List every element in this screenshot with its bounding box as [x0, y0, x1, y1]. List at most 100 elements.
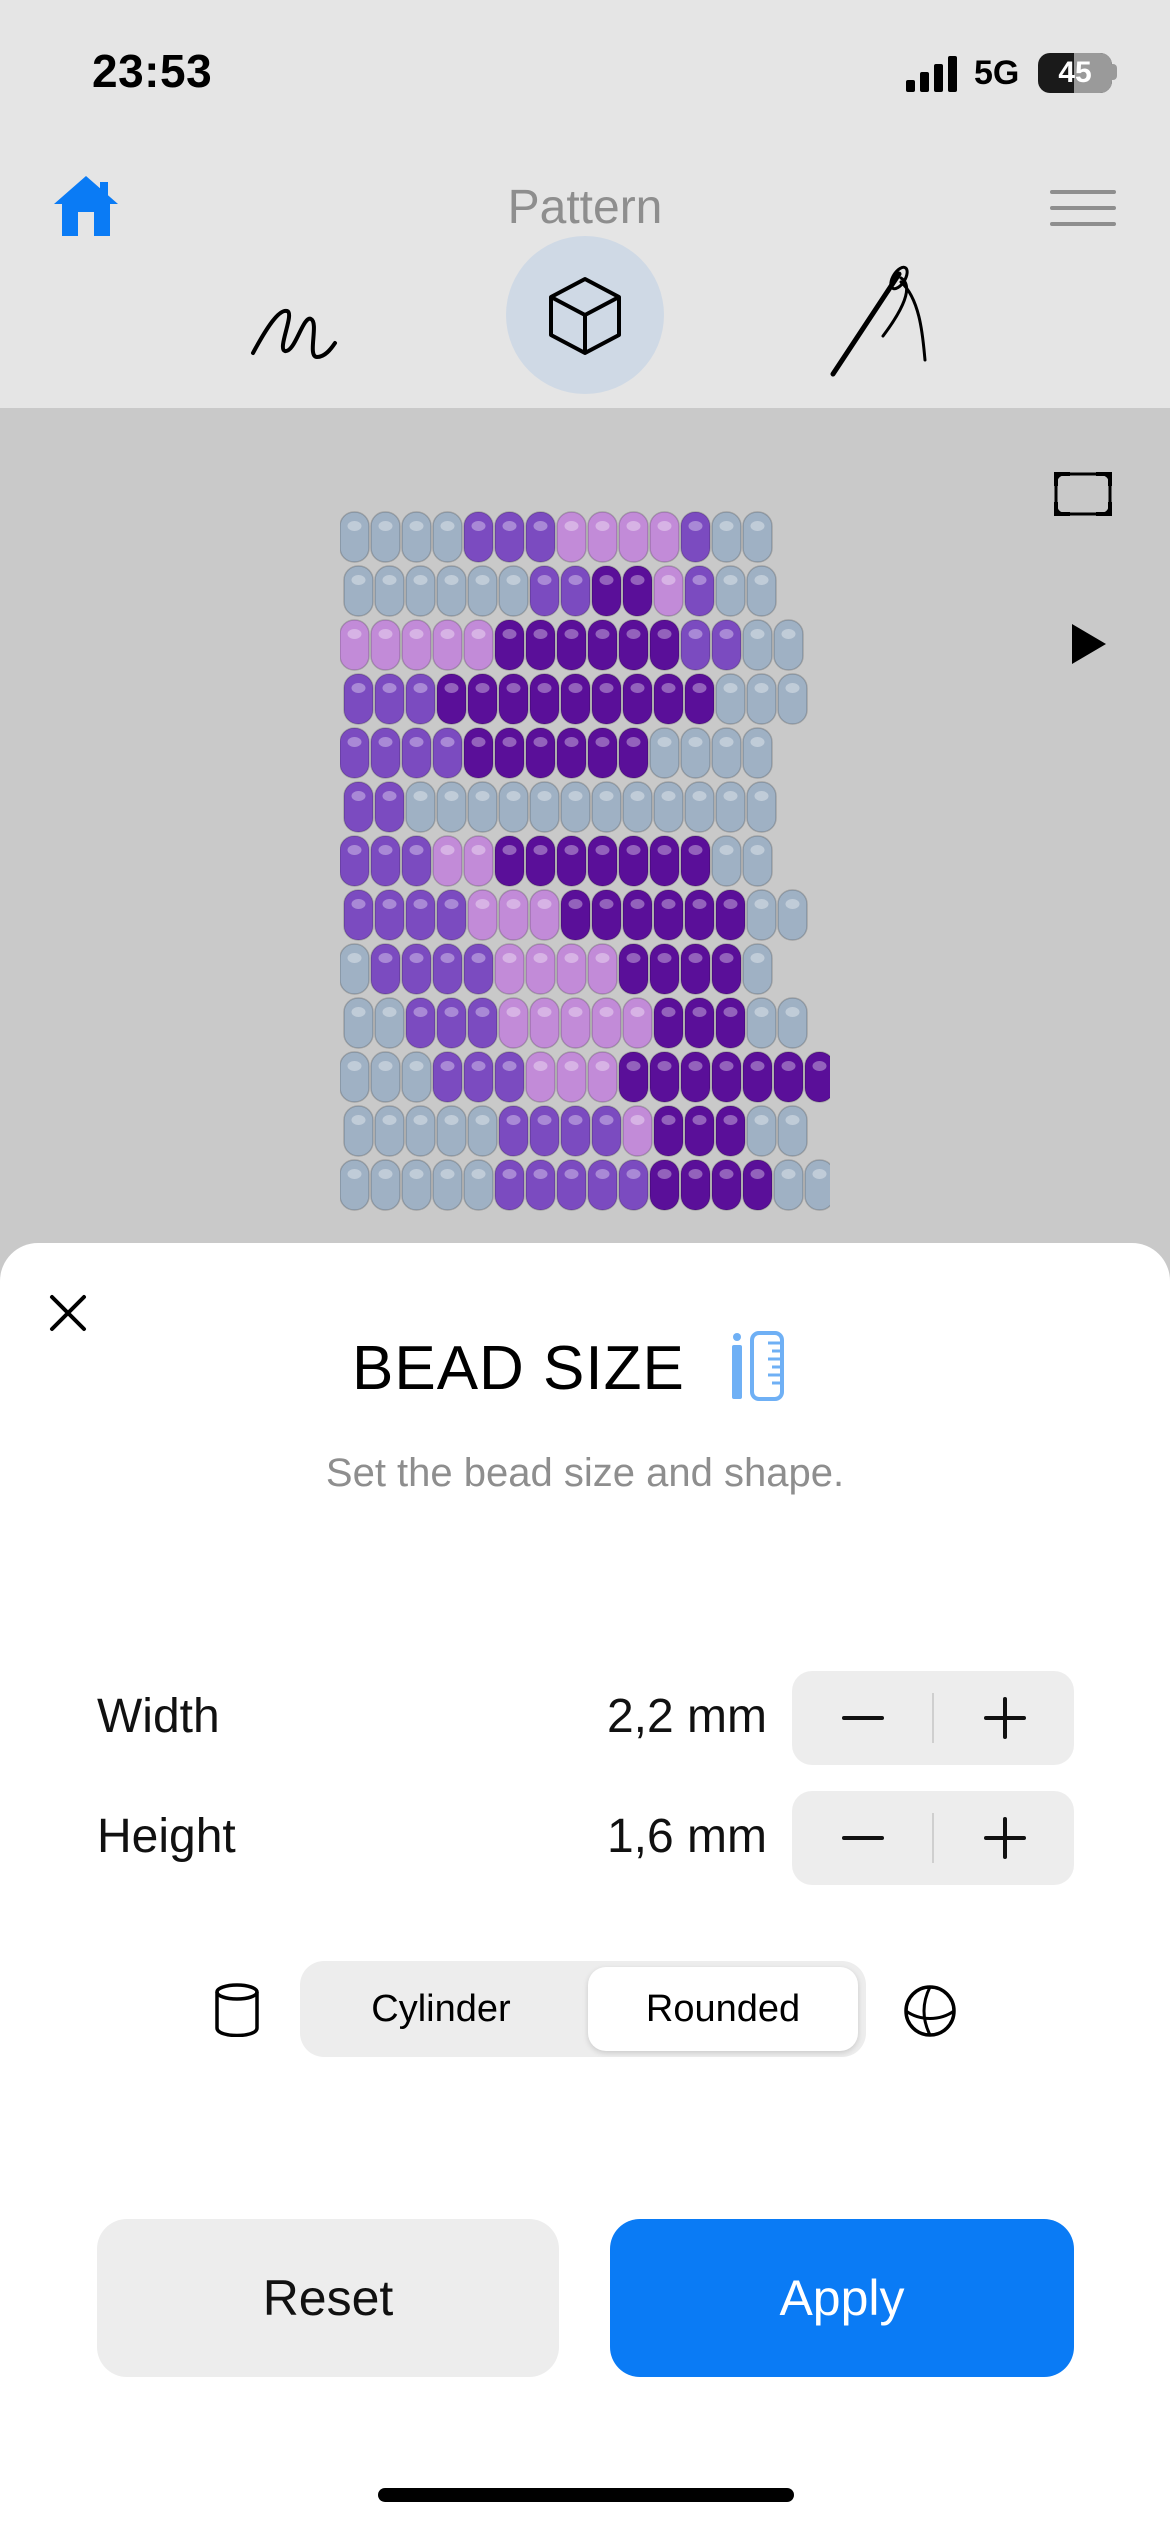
width-decrease-button[interactable] — [792, 1671, 932, 1765]
shape-selector-row: Cylinder Rounded — [0, 1959, 1170, 2059]
bead — [525, 943, 556, 995]
bead — [405, 565, 436, 617]
bead — [498, 673, 529, 725]
bead-3d-viewport[interactable] — [0, 408, 1170, 1308]
bead — [742, 943, 773, 995]
bead — [432, 619, 463, 671]
bead — [742, 835, 773, 887]
bead — [494, 1159, 525, 1211]
bead — [618, 835, 649, 887]
bead — [653, 997, 684, 1049]
bead — [556, 835, 587, 887]
cylinder-icon — [215, 1983, 259, 2037]
bead — [684, 673, 715, 725]
bead — [467, 673, 498, 725]
bead — [684, 565, 715, 617]
width-increase-button[interactable] — [934, 1671, 1074, 1765]
bead — [746, 997, 777, 1049]
height-increase-button[interactable] — [934, 1791, 1074, 1885]
bead — [556, 619, 587, 671]
bead — [498, 997, 529, 1049]
bead — [649, 727, 680, 779]
bead — [401, 511, 432, 563]
bead — [773, 1051, 804, 1103]
bead — [525, 727, 556, 779]
close-icon[interactable] — [48, 1293, 88, 1333]
bead — [529, 997, 560, 1049]
top-navigation: Pattern — [0, 150, 1170, 408]
bead — [463, 835, 494, 887]
shape-option-rounded[interactable]: Rounded — [588, 1967, 858, 2051]
bead — [525, 1159, 556, 1211]
bead — [591, 889, 622, 941]
play-icon[interactable] — [1068, 622, 1108, 666]
bead — [746, 1105, 777, 1157]
bead — [405, 673, 436, 725]
bead — [649, 511, 680, 563]
bead — [432, 1051, 463, 1103]
bead — [715, 781, 746, 833]
bead — [680, 619, 711, 671]
bead — [680, 943, 711, 995]
bead — [343, 889, 374, 941]
bead — [370, 727, 401, 779]
bead — [591, 781, 622, 833]
bead — [463, 511, 494, 563]
bead — [777, 673, 808, 725]
bead — [374, 889, 405, 941]
bead — [649, 943, 680, 995]
bead — [467, 565, 498, 617]
bead — [556, 1051, 587, 1103]
bead — [374, 565, 405, 617]
shape-option-cylinder[interactable]: Cylinder — [306, 1967, 576, 2051]
bead — [556, 727, 587, 779]
bead — [343, 997, 374, 1049]
bead — [773, 1159, 804, 1211]
reset-button[interactable]: Reset — [97, 2219, 559, 2377]
bead — [463, 727, 494, 779]
bead — [746, 781, 777, 833]
needle-thread-icon[interactable] — [825, 260, 935, 380]
bead — [529, 673, 560, 725]
fullscreen-icon[interactable] — [1052, 470, 1114, 518]
bead — [684, 781, 715, 833]
bead — [560, 997, 591, 1049]
bead — [405, 997, 436, 1049]
bead — [742, 619, 773, 671]
bead — [494, 943, 525, 995]
bead — [587, 1051, 618, 1103]
bead — [742, 1159, 773, 1211]
bead — [340, 619, 370, 671]
bead — [463, 1051, 494, 1103]
bead — [494, 835, 525, 887]
bead — [742, 511, 773, 563]
3d-view-tab[interactable] — [506, 236, 664, 394]
bead — [622, 565, 653, 617]
draw-tab-squiggle-icon[interactable] — [245, 275, 345, 375]
apply-button[interactable]: Apply — [610, 2219, 1074, 2377]
bead — [405, 781, 436, 833]
bead — [432, 511, 463, 563]
bead — [622, 889, 653, 941]
menu-icon[interactable] — [1050, 190, 1116, 230]
bead — [370, 511, 401, 563]
bead — [401, 619, 432, 671]
height-decrease-button[interactable] — [792, 1791, 932, 1885]
cube-icon — [549, 277, 621, 355]
bead — [680, 835, 711, 887]
bead — [525, 1051, 556, 1103]
bead — [436, 565, 467, 617]
bead — [711, 619, 742, 671]
bead — [622, 673, 653, 725]
bead — [463, 943, 494, 995]
bead — [340, 1159, 370, 1211]
bead — [432, 727, 463, 779]
bead — [684, 997, 715, 1049]
bead — [715, 565, 746, 617]
bead — [746, 889, 777, 941]
bead — [370, 1159, 401, 1211]
bead — [777, 1105, 808, 1157]
bead — [463, 619, 494, 671]
bead — [436, 673, 467, 725]
bead — [370, 943, 401, 995]
